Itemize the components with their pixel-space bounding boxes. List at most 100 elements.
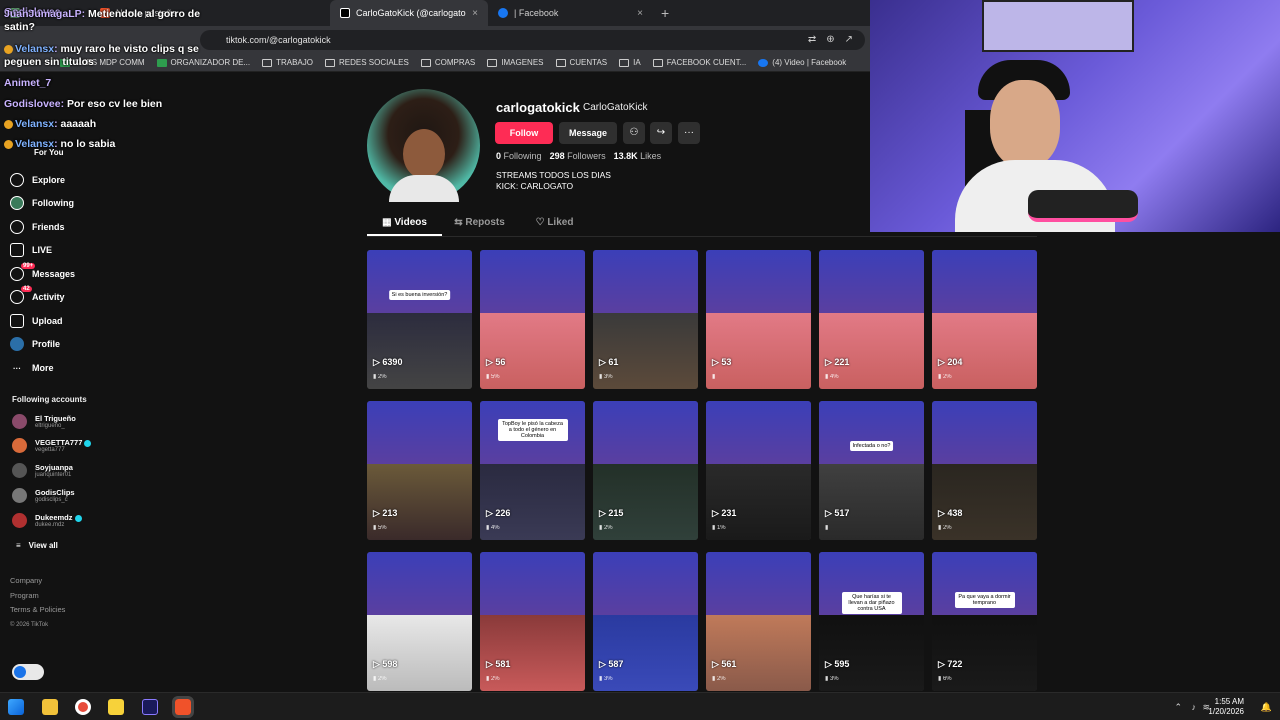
account-item[interactable]: Dukeemdz dukee.mdz [12, 513, 82, 528]
video-card[interactable]: ▷ 598 ▮ 2% [367, 552, 472, 691]
engagement-rate: ▮ 5% [486, 374, 500, 380]
bookmark-folder[interactable]: CUENTAS [555, 58, 607, 67]
followers-stat[interactable]: 298 Followers [550, 151, 606, 161]
tab-liked[interactable]: ♡ Liked [517, 217, 592, 236]
sidebar-item-activity[interactable]: 42 Activity [10, 286, 65, 304]
bar-chart-icon: ▮ [825, 525, 829, 531]
video-thumb-top [819, 250, 924, 313]
compass-icon [10, 173, 24, 187]
chat-username: JuanJumagaLP [4, 8, 82, 20]
sidebar-item-following[interactable]: Following [10, 196, 74, 210]
share-icon[interactable]: ↪ [650, 122, 672, 144]
sidebar-item-messages[interactable]: 99+ Messages [10, 263, 75, 281]
account-item[interactable]: VEGETTA777 vegetta777 [12, 438, 92, 453]
tab-reposts[interactable]: ⇆ Reposts [442, 217, 517, 236]
notification-bell-icon[interactable]: 🔔 [1261, 702, 1272, 713]
file-explorer-icon[interactable] [42, 699, 58, 715]
footer-link[interactable]: Terms & Policies [10, 603, 65, 618]
video-card[interactable]: ▷ 226 ▮ 4% TopBoy le pisó la cabeza a todo… [480, 401, 585, 540]
footer-link[interactable]: Program [10, 589, 65, 604]
sidebar-item-more[interactable]: ··· More [10, 361, 54, 375]
video-card[interactable]: ▷ 56 ▮ 5% [480, 250, 585, 389]
view-count: ▷ 561 [712, 659, 737, 669]
translate-icon[interactable]: ⇄ [808, 30, 816, 50]
view-count: ▷ 598 [373, 659, 398, 669]
video-card[interactable]: ▷ 517 ▮ Infectada o no? [819, 401, 924, 540]
video-card[interactable]: ▷ 215 ▮ 2% [593, 401, 698, 540]
add-friend-icon[interactable]: ⚇ [623, 122, 645, 144]
video-card[interactable]: ▷ 722 ▮ 6% Pa que vaya a dormir temprano [932, 552, 1037, 691]
bookmark-folder[interactable]: IA [619, 58, 641, 67]
more-options-icon[interactable]: ··· [678, 122, 700, 144]
video-card[interactable]: ▷ 595 ▮ 3% Que harías si te llevan a dar p… [819, 552, 924, 691]
video-card[interactable]: ▷ 204 ▮ 2% [932, 250, 1037, 389]
view-all-link[interactable]: ≡ View all [16, 541, 58, 550]
video-card[interactable]: ▷ 6390 ▮ 2% Si es buena inversión? [367, 250, 472, 389]
sticky-notes-icon[interactable] [108, 699, 124, 715]
following-stat[interactable]: 0 Following [496, 151, 542, 161]
following-icon [10, 196, 24, 210]
video-thumb-top [480, 552, 585, 615]
view-count: ▷ 215 [599, 508, 624, 518]
account-item[interactable]: Soyjuanpa juanquinter01 [12, 463, 73, 478]
video-card[interactable]: ▷ 231 ▮ 1% [706, 401, 811, 540]
profile-icon [10, 337, 24, 351]
bar-chart-icon: ▮ [712, 374, 716, 380]
view-count: ▷ 213 [373, 508, 398, 518]
video-card[interactable]: ▷ 581 ▮ 2% [480, 552, 585, 691]
brave-icon[interactable] [172, 696, 194, 718]
video-card[interactable]: ▷ 61 ▮ 3% [593, 250, 698, 389]
sidebar-item-explore[interactable]: Explore [10, 173, 65, 187]
sidebar-item-label: Friends [32, 222, 65, 232]
zoom-icon[interactable]: ⊕ [826, 30, 834, 50]
message-button[interactable]: Message [559, 122, 617, 144]
url-field[interactable]: tiktok.com/@carlogatokick ⇄ ⊕ ↗ [200, 30, 865, 50]
sidebar-item-live[interactable]: LIVE [10, 243, 52, 257]
sidebar-item-friends[interactable]: Friends [10, 220, 65, 234]
folder-icon [420, 58, 431, 67]
video-card[interactable]: ▷ 53 ▮ [706, 250, 811, 389]
share-icon[interactable]: ↗ [845, 30, 853, 50]
video-card[interactable]: ▷ 221 ▮ 4% [819, 250, 924, 389]
verified-icon [84, 439, 92, 447]
get-app-button[interactable] [12, 664, 44, 680]
windows-start-icon[interactable] [8, 699, 24, 715]
play-icon: ▷ [486, 508, 496, 518]
sidebar-item-upload[interactable]: Upload [10, 314, 63, 328]
view-count: ▷ 56 [486, 357, 506, 367]
video-card[interactable]: ▷ 587 ▮ 3% [593, 552, 698, 691]
close-icon[interactable]: × [637, 8, 643, 19]
close-icon[interactable]: × [472, 8, 478, 19]
tab-videos[interactable]: ▦ Videos [367, 217, 442, 236]
bookmark-item[interactable]: (4) Video | Facebook [758, 58, 846, 67]
chrome-icon[interactable] [75, 699, 91, 715]
account-item[interactable]: El Trigueño eltrigueno_ [12, 414, 76, 429]
view-count: ▷ 53 [712, 357, 732, 367]
browser-tab-active[interactable]: CarloGatoKick (@carlogatokick) × [330, 0, 488, 26]
sidebar-item-profile[interactable]: Profile [10, 337, 60, 351]
bookmark-folder[interactable]: COMPRAS [420, 58, 475, 67]
video-thumb-top [706, 401, 811, 464]
bookmark-folder[interactable]: TRABAJO [262, 58, 313, 67]
play-icon: ▷ [373, 508, 383, 518]
footer-link[interactable]: Company [10, 574, 65, 589]
premiere-icon[interactable] [142, 699, 158, 715]
view-count: ▷ 6390 [373, 357, 403, 367]
account-item[interactable]: GodisClips godisclips_c [12, 488, 75, 503]
video-card[interactable]: ▷ 213 ▮ 5% [367, 401, 472, 540]
system-clock[interactable]: 1:55 AM 1/20/2026 [1208, 697, 1244, 717]
engagement-rate: ▮ 2% [373, 676, 387, 682]
new-tab-icon[interactable]: + [661, 5, 669, 21]
bookmark-folder[interactable]: REDES SOCIALES [325, 58, 409, 67]
play-icon: ▷ [599, 357, 609, 367]
bookmark-folder[interactable]: FACEBOOK CUENT... [652, 58, 746, 67]
video-card[interactable]: ▷ 438 ▮ 2% [932, 401, 1037, 540]
follow-button[interactable]: Follow [495, 122, 553, 144]
folder-icon [619, 58, 630, 67]
volume-icon[interactable]: ♪ [1192, 702, 1197, 712]
chevron-up-icon[interactable]: ⌃ [1174, 702, 1182, 713]
profile-username: carlogatokick [496, 100, 580, 115]
video-card[interactable]: ▷ 561 ▮ 2% [706, 552, 811, 691]
browser-tab[interactable]: | Facebook × [488, 0, 653, 26]
bookmark-folder[interactable]: IMAGENES [487, 58, 544, 67]
